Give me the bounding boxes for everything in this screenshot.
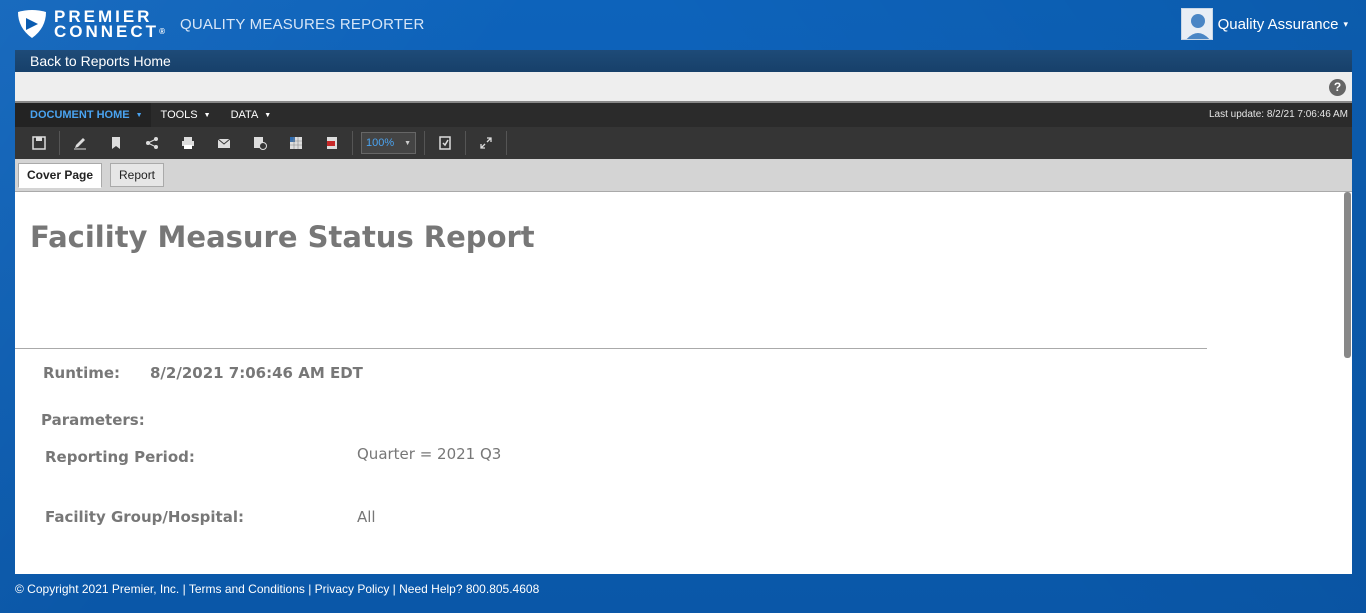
reporting-period-label: Reporting Period:: [45, 448, 195, 466]
refresh-icon: [439, 136, 451, 150]
facility-label: Facility Group/Hospital:: [45, 508, 244, 526]
chevron-down-icon: ▼: [404, 139, 411, 147]
back-bar: Back to Reports Home: [15, 50, 1352, 72]
back-to-reports-link[interactable]: Back to Reports Home: [30, 53, 171, 69]
parameters-label: Parameters:: [41, 411, 145, 429]
last-update: Last update: 8/2/21 7:06:46 AM: [1209, 109, 1348, 120]
document-menu-bar: DOCUMENT HOME ▼ TOOLS ▼ DATA ▼ Last upda…: [15, 103, 1352, 127]
export-excel-icon: [290, 137, 302, 149]
refresh-button[interactable]: [427, 127, 463, 159]
premier-connect-logo[interactable]: PREMIER CONNECT®: [16, 8, 165, 40]
toolbar-separator: [352, 131, 353, 155]
footer-text: © Copyright 2021 Premier, Inc. | Terms a…: [15, 582, 540, 596]
menu-data-label: DATA: [230, 109, 259, 121]
toolbar-separator: [424, 131, 425, 155]
chevron-down-icon: ▼: [264, 111, 272, 119]
bookmark-button[interactable]: [98, 127, 134, 159]
menu-document-home-label: DOCUMENT HOME: [30, 109, 130, 121]
fullscreen-icon: [480, 137, 492, 149]
help-icon[interactable]: ?: [1329, 79, 1346, 96]
report-tab-bar: Cover Page Report: [15, 159, 1352, 192]
email-icon: [217, 138, 231, 148]
export-pdf-icon: [327, 137, 337, 149]
menu-tools[interactable]: TOOLS ▼: [151, 103, 221, 127]
app-title: QUALITY MEASURES REPORTER: [180, 16, 425, 33]
schedule-icon: [254, 137, 267, 150]
runtime-value: 8/2/2021 7:06:46 AM EDT: [150, 364, 363, 382]
save-icon: [32, 136, 46, 150]
vertical-scrollbar[interactable]: [1342, 192, 1352, 574]
zoom-value: 100%: [366, 137, 395, 149]
edit-button[interactable]: [62, 127, 98, 159]
premier-logo-icon: [18, 10, 46, 38]
chevron-down-icon: ▼: [203, 111, 211, 119]
reporting-period-value: Quarter = 2021 Q3: [357, 445, 502, 463]
email-button[interactable]: [206, 127, 242, 159]
user-menu[interactable]: Quality Assurance ▾: [1180, 8, 1348, 40]
report-content: Facility Measure Status Report Runtime: …: [15, 192, 1352, 574]
share-button[interactable]: [134, 127, 170, 159]
user-name: Quality Assurance: [1217, 15, 1339, 33]
top-header: PREMIER CONNECT® QUALITY MEASURES REPORT…: [0, 0, 1366, 50]
tab-report[interactable]: Report: [110, 163, 165, 187]
bookmark-icon: [112, 137, 120, 149]
print-button[interactable]: [170, 127, 206, 159]
edit-icon: [74, 138, 86, 150]
scroll-thumb[interactable]: [1344, 192, 1351, 358]
menu-document-home[interactable]: DOCUMENT HOME ▼: [15, 103, 151, 127]
menu-tools-label: TOOLS: [160, 109, 198, 121]
print-icon: [182, 137, 194, 149]
runtime-label: Runtime:: [43, 364, 121, 382]
toolbar-separator: [59, 131, 60, 155]
registered-mark: ®: [159, 27, 165, 36]
save-button[interactable]: [21, 127, 57, 159]
export-pdf-button[interactable]: [314, 127, 350, 159]
tab-cover-page[interactable]: Cover Page: [18, 163, 103, 188]
zoom-select[interactable]: 100% ▼: [361, 132, 416, 154]
toolbar-separator: [506, 131, 507, 155]
chevron-down-icon: ▾: [1343, 18, 1348, 29]
logo-text-connect: CONNECT®: [54, 22, 165, 41]
report-toolbar: 100% ▼: [15, 127, 1352, 159]
help-bar: ?: [15, 72, 1352, 103]
report-title: Facility Measure Status Report: [30, 220, 535, 254]
toolbar-separator: [465, 131, 466, 155]
chevron-down-icon: ▼: [135, 111, 143, 119]
report-viewer: Back to Reports Home ? DOCUMENT HOME ▼ T…: [15, 50, 1352, 574]
export-excel-button[interactable]: [278, 127, 314, 159]
fullscreen-button[interactable]: [468, 127, 504, 159]
divider: [15, 348, 1207, 349]
menu-data[interactable]: DATA ▼: [221, 103, 282, 127]
share-icon: [146, 137, 158, 149]
facility-value: All: [357, 508, 376, 526]
schedule-button[interactable]: [242, 127, 278, 159]
user-avatar-icon: [1180, 8, 1213, 40]
